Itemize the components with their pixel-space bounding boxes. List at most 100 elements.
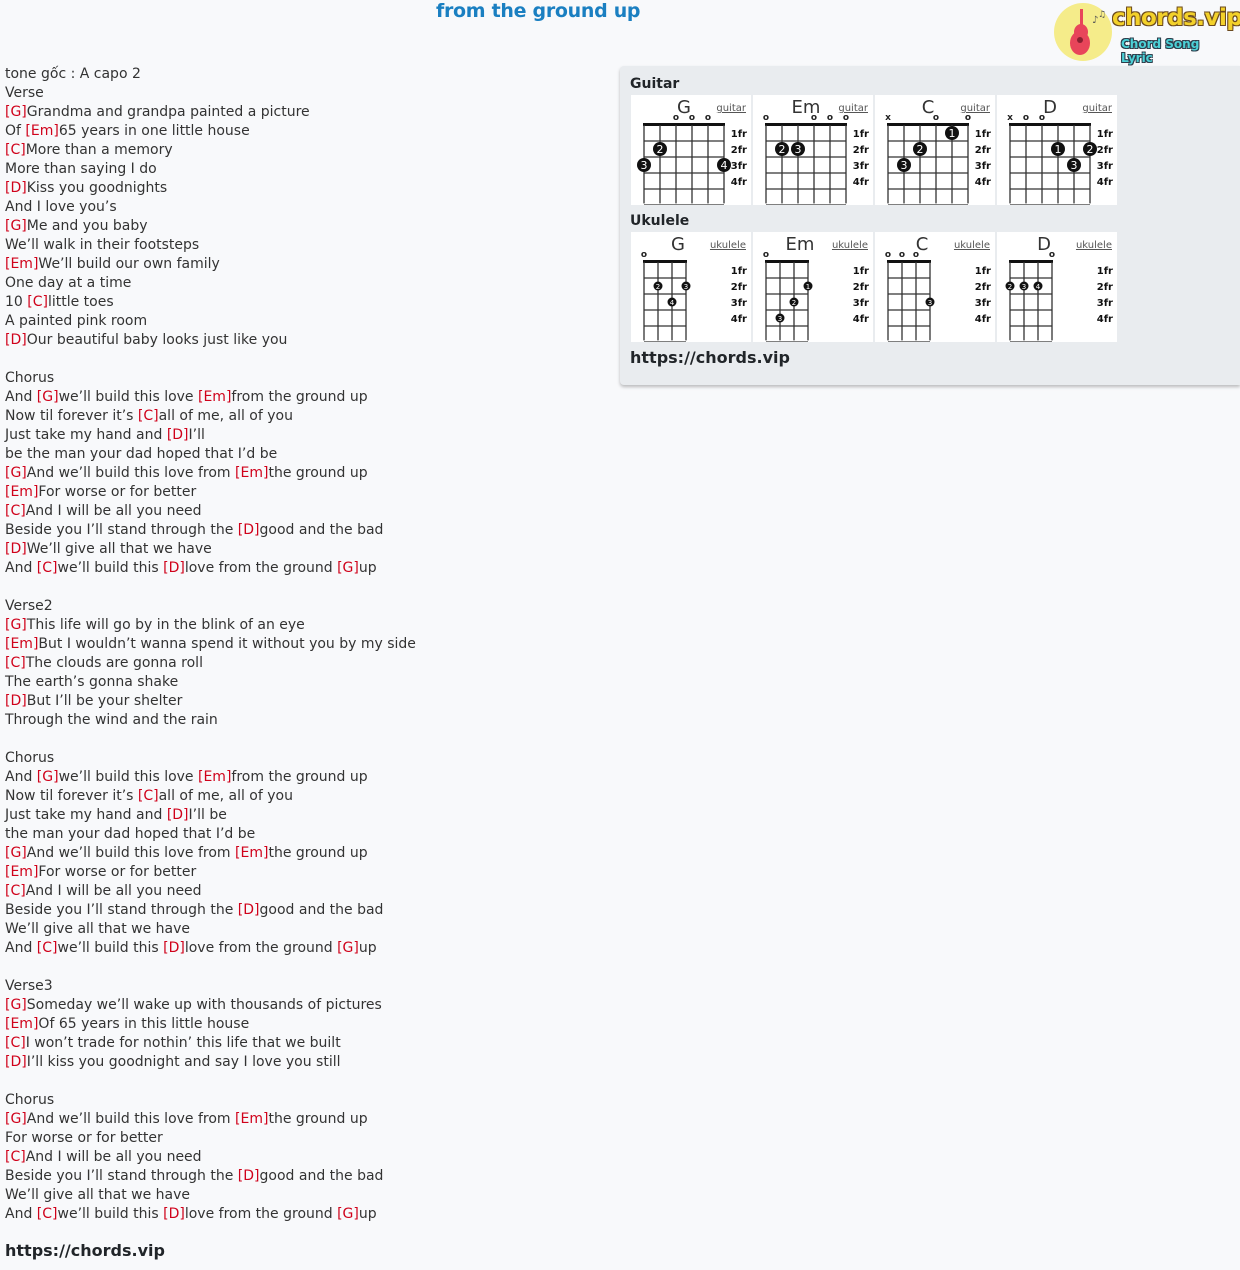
lyric-text: we’ll build this love <box>58 389 198 405</box>
chord-diagram-d[interactable]: Dguitar x o o 1fr 2fr 3fr 4fr 1 2 3 <box>997 95 1117 205</box>
instrument-link[interactable]: guitar <box>1082 103 1113 114</box>
instrument-link[interactable]: ukulele <box>710 240 746 251</box>
chord-marker[interactable]: [Em] <box>198 389 231 405</box>
site-logo[interactable]: ♪ ♫ chords.vip Chord Song Lyric <box>1054 3 1240 65</box>
chord-diagram-d[interactable]: Dukulele o 1fr 2fr 3fr 4fr 2 3 4 <box>997 232 1117 342</box>
finger-number: 3 <box>901 159 908 172</box>
chord-marker[interactable]: [Em] <box>25 123 58 139</box>
lyric-text: We’ll walk in their footsteps <box>5 237 200 253</box>
fret-label: 1fr <box>731 129 747 140</box>
lyric-line: [D]Kiss you goodnights <box>5 179 416 198</box>
lyric-text: More than a memory <box>25 142 173 158</box>
chord-marker[interactable]: [C] <box>5 883 26 899</box>
lyric-line: [Em]We’ll build our own family <box>5 255 416 274</box>
chord-marker[interactable]: [D] <box>238 902 260 918</box>
lyric-line: Chorus <box>5 369 416 388</box>
chord-diagram-g[interactable]: Gguitar o o o 1fr 2fr 3fr 4fr 2 3 4 <box>631 95 751 205</box>
open-string-marker: o <box>843 113 849 123</box>
fret-label: 3fr <box>853 298 869 309</box>
chord-marker[interactable]: [Em] <box>198 769 231 785</box>
chord-marker[interactable]: [C] <box>5 1035 26 1051</box>
chord-marker[interactable]: [Em] <box>5 864 38 880</box>
chord-marker[interactable]: [Em] <box>5 484 38 500</box>
panel-site-link[interactable]: https://chords.vip <box>630 348 790 367</box>
lyric-text: Kiss you goodnights <box>26 180 168 196</box>
lyric-text: I’ll <box>188 427 205 443</box>
chord-marker[interactable]: [D] <box>5 180 27 196</box>
chord-marker[interactable]: [D] <box>167 807 189 823</box>
chord-marker[interactable]: [D] <box>238 522 260 538</box>
footer-site-link[interactable]: https://chords.vip <box>5 1241 165 1260</box>
open-string-marker: o <box>811 113 817 123</box>
chord-marker[interactable]: [D] <box>5 541 27 557</box>
instrument-link[interactable]: ukulele <box>832 240 868 251</box>
chord-marker[interactable]: [G] <box>5 845 27 861</box>
chord-marker[interactable]: [D] <box>167 427 189 443</box>
chord-marker[interactable]: [D] <box>5 1054 27 1070</box>
chord-marker[interactable]: [D] <box>163 1206 185 1222</box>
chord-marker[interactable]: [C] <box>138 788 159 804</box>
chord-marker[interactable]: [C] <box>5 1149 26 1165</box>
lyric-line: tone gốc : A capo 2 <box>5 65 416 84</box>
fret-label: 3fr <box>853 161 869 172</box>
chord-marker[interactable]: [C] <box>138 408 159 424</box>
chord-marker[interactable]: [D] <box>238 1168 260 1184</box>
song-title[interactable]: from the ground up <box>436 0 641 22</box>
chord-diagram-em[interactable]: Em ukulele o 1fr 2fr 3fr 4fr 1 2 3 <box>753 232 873 342</box>
chord-marker[interactable]: [C] <box>37 560 58 576</box>
chord-marker[interactable]: [D] <box>5 332 27 348</box>
instrument-link[interactable]: ukulele <box>1076 240 1112 251</box>
chord-marker[interactable]: [G] <box>5 465 27 481</box>
chord-marker[interactable]: [C] <box>27 294 48 310</box>
fret-label: 2fr <box>1097 145 1113 156</box>
chord-marker[interactable]: [G] <box>337 940 359 956</box>
lyric-line: [C]And I will be all you need <box>5 502 416 521</box>
chord-diagram-c[interactable]: Cguitar x o o 1fr 2fr 3fr 4fr 1 2 3 <box>875 95 995 205</box>
chord-marker[interactable]: [G] <box>337 560 359 576</box>
chord-diagram-c[interactable]: Cukulele o o o 1fr 2fr 3fr 4fr 3 <box>875 232 995 342</box>
open-string-marker: o <box>763 113 769 123</box>
chord-marker[interactable]: [C] <box>37 1206 58 1222</box>
lyric-text: The earth’s gonna shake <box>5 674 179 690</box>
lyric-text: And we’ll build this love from <box>26 1111 236 1127</box>
chord-marker[interactable]: [G] <box>37 389 59 405</box>
lyric-line: [G]And we’ll build this love from [Em]th… <box>5 844 416 863</box>
chord-marker[interactable]: [Em] <box>235 465 268 481</box>
fret-label: 1fr <box>1097 266 1113 277</box>
lyric-line: Beside you I’ll stand through the [D]goo… <box>5 901 416 920</box>
finger-number: 1 <box>949 127 956 140</box>
finger-number: 4 <box>1036 283 1041 291</box>
lyric-line: [G]And we’ll build this love from [Em]th… <box>5 464 416 483</box>
lyric-text: And I love you’s <box>5 199 117 215</box>
chord-marker[interactable]: [C] <box>5 142 26 158</box>
lyric-line: Now til forever it’s [C]all of me, all o… <box>5 787 416 806</box>
chord-marker[interactable]: [G] <box>5 617 27 633</box>
chord-marker[interactable]: [D] <box>163 560 185 576</box>
chord-marker[interactable]: [G] <box>337 1206 359 1222</box>
chord-marker[interactable]: [G] <box>5 997 27 1013</box>
chord-marker[interactable]: [C] <box>37 940 58 956</box>
chord-diagram-em[interactable]: Em guitar o o o o 1fr 2fr 3fr 4fr 2 3 <box>753 95 873 205</box>
chord-diagram-g[interactable]: Gukulele o 1fr 2fr 3fr 4fr 2 3 4 <box>631 232 751 342</box>
lyric-text: little toes <box>47 294 114 310</box>
chord-marker[interactable]: [G] <box>5 218 27 234</box>
chord-marker[interactable]: [D] <box>5 693 27 709</box>
lyric-text: tone gốc : A capo 2 <box>5 66 141 82</box>
chord-marker[interactable]: [C] <box>5 503 26 519</box>
chord-marker[interactable]: [Em] <box>5 256 38 272</box>
chord-marker[interactable]: [Em] <box>235 845 268 861</box>
chord-marker[interactable]: [Em] <box>5 1016 38 1032</box>
chord-marker[interactable]: [Em] <box>5 636 38 652</box>
chord-diagram-panel: Guitar Gguitar o o o 1fr 2fr 3fr 4fr 2 3 4 Em guitar… <box>620 66 1240 385</box>
chord-marker[interactable]: [G] <box>5 1111 27 1127</box>
lyric-line <box>5 1072 416 1091</box>
chord-marker[interactable]: [G] <box>5 104 27 120</box>
chord-marker[interactable]: [D] <box>163 940 185 956</box>
lyric-text: all of me, all of you <box>158 788 293 804</box>
instrument-link[interactable]: guitar <box>716 103 747 114</box>
lyric-text: from the ground up <box>231 769 368 785</box>
chord-marker[interactable]: [C] <box>5 655 26 671</box>
chord-marker[interactable]: [G] <box>37 769 59 785</box>
chord-marker[interactable]: [Em] <box>235 1111 268 1127</box>
instrument-link[interactable]: ukulele <box>954 240 990 251</box>
